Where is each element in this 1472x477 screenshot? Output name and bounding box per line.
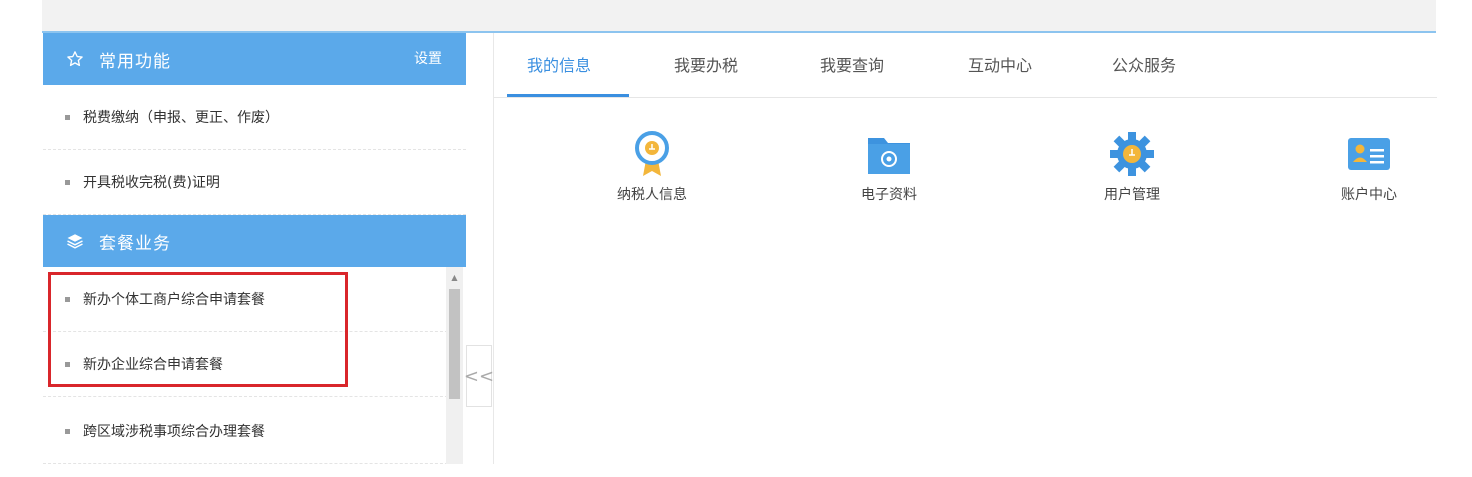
tile-user-management[interactable]: 用户管理: [1062, 128, 1202, 228]
list-item-label: 新办个体工商户综合申请套餐: [83, 292, 265, 308]
tab-interaction-center[interactable]: 互动中心: [968, 33, 1032, 97]
collapse-sidebar-button[interactable]: <<: [463, 345, 495, 407]
list-item-label: 跨区域涉税事项综合办理套餐: [83, 424, 265, 440]
tile-electronic-docs[interactable]: 电子资料: [819, 128, 959, 228]
account-center-icon: [1343, 128, 1395, 180]
list-item-label: 税费缴纳（申报、更正、作废）: [83, 110, 279, 126]
tile-label: 纳税人信息: [617, 187, 687, 203]
scroll-up-icon[interactable]: ▲: [446, 267, 463, 287]
scroll-thumb[interactable]: [449, 289, 460, 399]
list-item-label: 开具税收完税(费)证明: [83, 175, 220, 191]
top-band: [42, 0, 1436, 33]
double-chevron-left-icon: <<: [463, 365, 495, 387]
tab-tax-handling[interactable]: 我要办税: [674, 33, 738, 97]
list-item-label: 新办企业综合申请套餐: [83, 357, 223, 373]
bullet-icon: [65, 179, 70, 185]
list-item-cross-region-package[interactable]: 跨区域涉税事项综合办理套餐: [43, 399, 453, 464]
bullet-icon: [65, 428, 70, 434]
tab-query[interactable]: 我要查询: [820, 33, 884, 97]
settings-link[interactable]: 设置: [414, 33, 442, 85]
tile-account-center[interactable]: 账户中心: [1299, 128, 1439, 228]
list-item-tax-payment[interactable]: 税费缴纳（申报、更正、作废）: [43, 85, 466, 150]
tile-label: 电子资料: [861, 187, 917, 203]
tile-taxpayer-info[interactable]: 纳税人信息: [582, 128, 722, 228]
tab-bar: 我的信息 我要办税 我要查询 互动中心 公众服务: [494, 33, 1437, 98]
taxpayer-info-icon: [626, 128, 678, 180]
bullet-icon: [65, 296, 70, 302]
package-business-title: 套餐业务: [99, 233, 171, 254]
common-functions-title: 常用功能: [99, 51, 171, 72]
list-item-tax-certificate[interactable]: 开具税收完税(费)证明: [43, 150, 466, 215]
tile-label: 用户管理: [1104, 187, 1160, 203]
list-item-new-enterprise-package[interactable]: 新办企业综合申请套餐: [43, 332, 453, 397]
package-list-scrollbar[interactable]: ▲: [446, 267, 463, 464]
user-management-icon: [1106, 128, 1158, 180]
layers-icon: [65, 231, 85, 251]
common-functions-header: 常用功能 设置: [43, 33, 466, 85]
tile-label: 账户中心: [1341, 187, 1397, 203]
electronic-docs-icon: [863, 128, 915, 180]
bullet-icon: [65, 114, 70, 120]
list-item-new-individual-business-package[interactable]: 新办个体工商户综合申请套餐: [43, 267, 453, 332]
tab-public-service[interactable]: 公众服务: [1112, 33, 1176, 97]
active-tab-indicator: [507, 94, 629, 97]
bullet-icon: [65, 361, 70, 367]
star-icon: [65, 49, 85, 69]
package-business-header: 套餐业务: [43, 215, 466, 267]
tab-my-info[interactable]: 我的信息: [527, 33, 591, 97]
left-panel: 常用功能 设置 税费缴纳（申报、更正、作废） 开具税收完税(费)证明 套餐业务 …: [43, 33, 466, 464]
page-margin: [0, 0, 42, 477]
main-panel: 我的信息 我要办税 我要查询 互动中心 公众服务 纳税人信息 电子资料 用户管理…: [493, 33, 1439, 464]
